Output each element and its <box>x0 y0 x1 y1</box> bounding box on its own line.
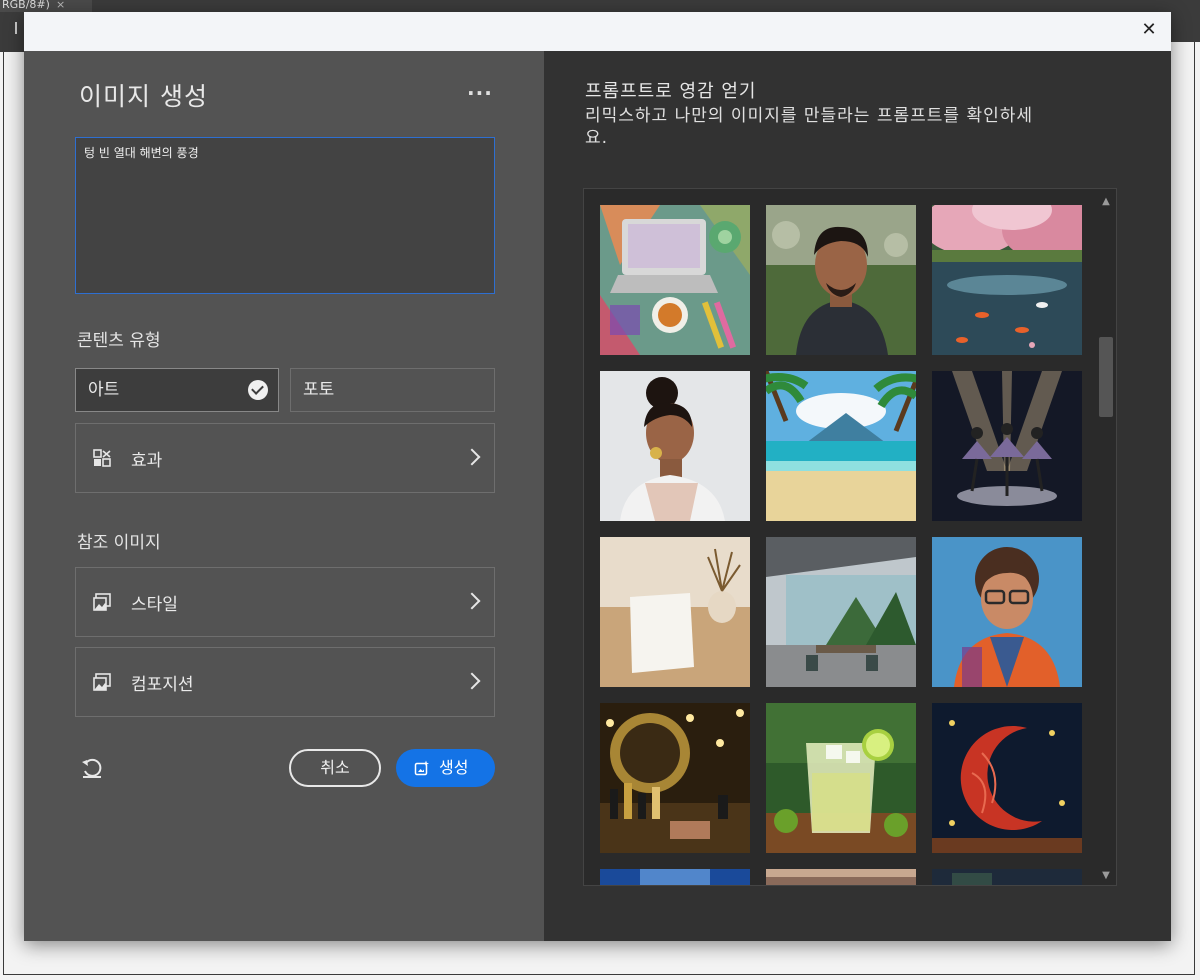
generate-icon <box>414 760 429 776</box>
more-icon[interactable]: ··· <box>467 81 493 105</box>
gallery-thumbnail[interactable] <box>600 205 750 355</box>
composition-label: 컴포지션 <box>131 675 194 695</box>
cancel-button[interactable]: 취소 <box>289 749 381 787</box>
gallery-thumbnail[interactable] <box>932 205 1082 355</box>
reference-image-label: 참조 이미지 <box>77 533 161 553</box>
gallery-thumbnail[interactable] <box>932 703 1082 853</box>
dialog-titlebar: ✕ <box>24 12 1171 51</box>
prompt-input[interactable] <box>75 137 495 294</box>
scroll-down-icon[interactable]: ▼ <box>1099 871 1113 881</box>
gallery-thumbnail[interactable] <box>766 371 916 521</box>
gallery-thumbnail[interactable] <box>600 869 750 886</box>
effects-icon <box>93 449 111 467</box>
style-label: 스타일 <box>131 595 178 615</box>
gallery-thumbnail[interactable] <box>766 703 916 853</box>
gallery-thumbnail[interactable] <box>932 371 1082 521</box>
generate-label: 생성 <box>439 758 469 777</box>
generation-settings-panel: 이미지 생성 ··· 콘텐츠 유형 아트 포토 효과 참조 이미지 <box>24 51 544 941</box>
gallery-thumbnail[interactable] <box>600 703 750 853</box>
content-type-art-label: 아트 <box>88 380 120 400</box>
gallery-thumbnail[interactable] <box>766 205 916 355</box>
content-type-photo-label: 포토 <box>303 380 335 400</box>
chevron-right-icon <box>463 448 481 466</box>
scrollbar-thumb[interactable] <box>1099 336 1113 417</box>
inspiration-description: 리믹스하고 나만의 이미지를 만들라는 프롬프트를 확인하세요. <box>585 106 1034 148</box>
image-generation-dialog: ✕ 이미지 생성 ··· 콘텐츠 유형 아트 포토 효과 참조 이미지 <box>24 12 1171 941</box>
effects-button[interactable]: 효과 <box>75 423 495 493</box>
check-icon <box>248 380 268 400</box>
document-tab-label: RGB/8#) <box>2 0 50 11</box>
gallery-thumbnail[interactable] <box>766 869 916 886</box>
inspiration-panel: 프롬프트로 영감 얻기 리믹스하고 나만의 이미지를 만들라는 프롬프트를 확인… <box>544 51 1171 941</box>
inspiration-title: 프롬프트로 영감 얻기 <box>585 81 757 102</box>
chevron-right-icon <box>463 592 481 610</box>
background-toolbar <box>0 0 1200 12</box>
gallery-thumbnail[interactable] <box>932 869 1082 886</box>
image-reference-icon <box>93 673 111 691</box>
gallery-thumbnail[interactable] <box>932 537 1082 687</box>
chevron-right-icon <box>463 672 481 690</box>
document-tab-close-icon[interactable]: × <box>56 0 65 11</box>
close-icon[interactable]: ✕ <box>1137 18 1161 42</box>
reset-icon[interactable] <box>80 757 104 781</box>
content-type-photo-option[interactable]: 포토 <box>290 368 495 412</box>
panel-title: 이미지 생성 <box>79 82 208 111</box>
gallery-thumbnail[interactable] <box>600 371 750 521</box>
background-right-edge <box>1170 12 1200 42</box>
effects-label: 효과 <box>131 451 163 471</box>
document-tab[interactable]: RGB/8#) × <box>0 0 92 12</box>
gallery-thumbnail[interactable] <box>766 537 916 687</box>
gallery-thumbnail[interactable] <box>600 537 750 687</box>
image-reference-icon <box>93 593 111 611</box>
content-type-art-option[interactable]: 아트 <box>75 368 279 412</box>
scroll-up-icon[interactable]: ▲ <box>1099 197 1113 207</box>
background-left-edge <box>0 12 24 52</box>
style-reference-button[interactable]: 스타일 <box>75 567 495 637</box>
composition-reference-button[interactable]: 컴포지션 <box>75 647 495 717</box>
generate-button[interactable]: 생성 <box>396 749 495 787</box>
content-type-label: 콘텐츠 유형 <box>77 331 161 351</box>
prompt-gallery[interactable]: ▲ ▼ <box>583 188 1117 886</box>
